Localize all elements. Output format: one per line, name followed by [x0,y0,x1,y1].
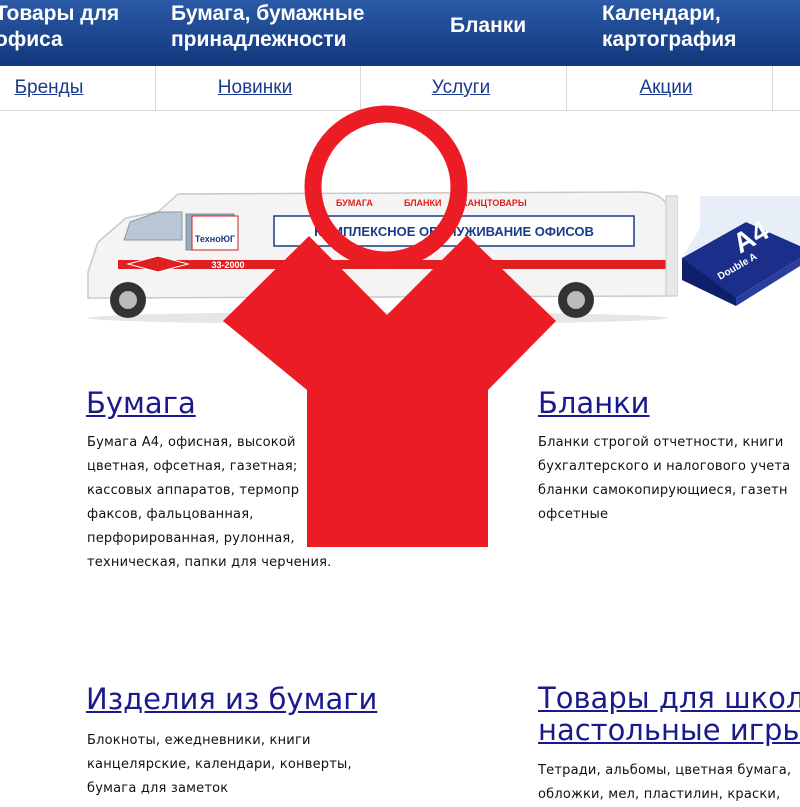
section-paper-line: кассовых аппаратов, термопр [87,483,300,498]
section-paper-products-description: Блокноты, ежедневники, книги канцелярски… [87,729,352,801]
paper-ream-image: Double A A4 [682,196,800,306]
section-school-goods-line: Тетради, альбомы, цветная бумага, [538,763,792,778]
section-paper-products-line: бумага для заметок [87,781,229,796]
van-brand-text: ТехноЮГ [195,234,235,244]
top-category-nav: Товары для офиса Бумага, бумажные принад… [0,0,800,66]
subnav-brands[interactable]: Бренды [0,66,98,110]
section-school-goods-line: обложки, мел, пластилин, краски, [538,787,781,802]
nav-forms[interactable]: Бланки [450,13,550,39]
section-paper-products-title[interactable]: Изделия из бумаги [86,682,377,716]
section-forms-title[interactable]: Бланки [538,386,650,420]
section-forms-line: бухгалтерского и налогового учета [538,459,791,474]
section-school-goods-title-line: настольные игры [538,713,800,747]
delivery-van-banner: ТехноЮГ КОМПЛЕКСНОЕ ОБСЛУЖИВАНИЕ ОФИСОВ … [87,191,678,324]
section-paper-title[interactable]: Бумага [86,386,196,420]
nav-office-goods[interactable]: Товары для офиса [0,1,135,53]
section-school-goods-title-line: Товары для школ [538,681,800,715]
section-paper-line: техническая, папки для черчения. [87,555,332,570]
van-tag-paper: БУМАГА [336,198,373,208]
van-tag-forms: БЛАНКИ [404,198,442,208]
section-paper-description: Бумага А4, офисная, высокой цветная, офс… [87,431,332,575]
van-slogan-text: КОМПЛЕКСНОЕ ОБСЛУЖИВАНИЕ ОФИСОВ [314,224,594,239]
nav-calendars-maps[interactable]: Календари, картография [602,1,792,53]
section-paper-products-line: канцелярские, календари, конверты, [87,757,352,772]
section-forms-line: офсетные [538,507,609,522]
section-school-goods-title[interactable]: Товары для школ настольные игры [538,682,800,746]
subnav-divider [772,66,773,110]
section-paper-line: перфорированная, рулонная, [87,531,295,546]
subnav-new[interactable]: Новинки [156,66,354,110]
subnav-services[interactable]: Услуги [361,66,561,110]
section-paper-line: Бумага А4, офисная, высокой [87,435,296,450]
section-paper-line: цветная, офсетная, газетная; [87,459,298,474]
section-forms-line: бланки самокопирующиеся, газетн [538,483,788,498]
secondary-nav: Бренды Новинки Услуги Акции [0,66,800,111]
section-forms-description: Бланки строгой отчетности, книги бухгалт… [538,431,790,527]
van-tag-stationery: КАНЦТОВАРЫ [462,198,527,208]
section-forms-line: Бланки строгой отчетности, книги [538,435,784,450]
subnav-promotions[interactable]: Акции [567,66,765,110]
nav-paper-supplies[interactable]: Бумага, бумажные принадлежности [171,1,391,53]
section-paper-products-line: Блокноты, ежедневники, книги [87,733,311,748]
van-phone-text: 33-2000 [211,260,244,270]
section-paper-line: факсов, фальцованная, [87,507,254,522]
